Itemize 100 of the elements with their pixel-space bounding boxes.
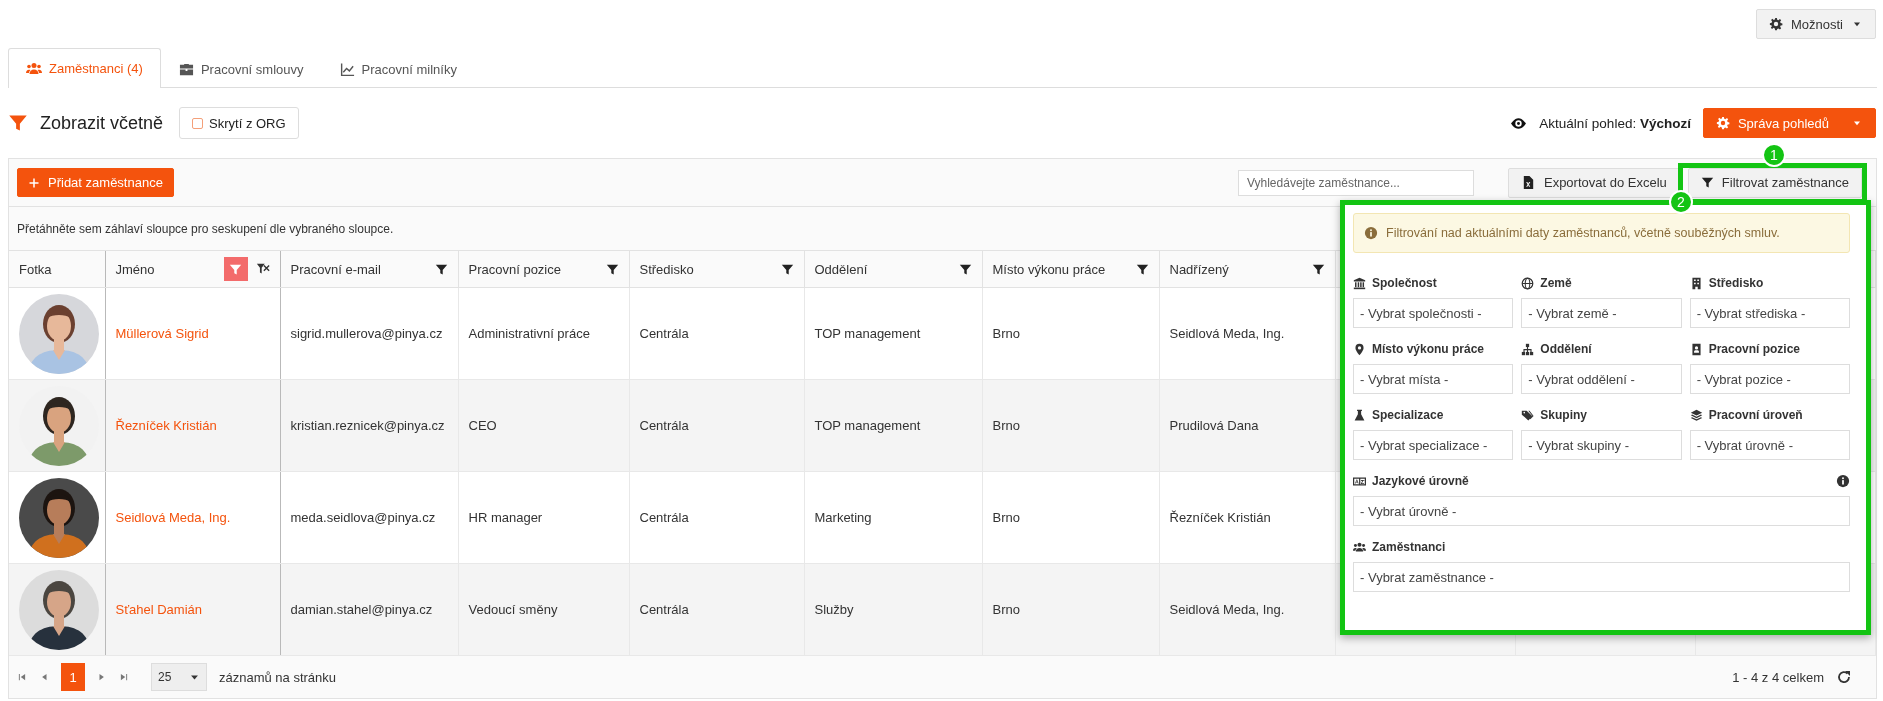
table-cell: Brno: [992, 326, 1020, 341]
map-pin-icon: [1353, 342, 1366, 356]
table-cell: Služby: [814, 602, 854, 617]
table-cell: Vedoucí směny: [468, 602, 558, 617]
filter-icon[interactable]: [1135, 262, 1149, 276]
table-cell: Centrála: [639, 418, 689, 433]
table-cell: Centrála: [639, 510, 689, 525]
info-icon: [1364, 226, 1378, 240]
column-header[interactable]: Pracovní e-mail: [290, 261, 381, 277]
page-size-select[interactable]: 25: [151, 663, 207, 691]
clear-filter-icon: [255, 262, 270, 276]
table-cell: Brno: [992, 510, 1020, 525]
export-excel-button[interactable]: Exportovat do Excelu: [1507, 167, 1680, 198]
column-header[interactable]: Jméno: [115, 261, 155, 277]
notice-text: Filtrování nad aktuálními daty zaměstnanců, včetně souběžných smluv.: [1386, 226, 1780, 240]
column-header[interactable]: Fotka: [19, 261, 52, 277]
globe-icon: [1521, 276, 1535, 290]
select-field[interactable]: - Vybrat místa -: [1353, 364, 1514, 394]
tab[interactable]: Pracovní smlouvy: [160, 49, 322, 88]
first-page-icon: [17, 672, 27, 682]
filter-icon[interactable]: [958, 262, 972, 276]
field-label: Středisko: [1708, 276, 1764, 290]
tab[interactable]: Pracovní milníky: [321, 49, 475, 88]
table-cell: Seidlová Meda, Ing.: [1169, 326, 1285, 341]
select-field[interactable]: - Vybrat střediska -: [1689, 298, 1850, 328]
plus-icon: [28, 176, 40, 189]
filter-employees-button[interactable]: Filtrovat zaměstnance: [1687, 167, 1862, 198]
select-field[interactable]: - Vybrat úrovně -: [1353, 496, 1850, 526]
record-count: 1 - 4 z 4 celkem: [1732, 669, 1824, 685]
table-cell: TOP management: [814, 418, 921, 433]
field-label: Pracovní pozice: [1708, 342, 1801, 356]
table-cell: Administrativní práce: [468, 326, 590, 341]
id-badge-icon: [1689, 342, 1703, 356]
select-field[interactable]: - Vybrat zaměstnance -: [1353, 562, 1850, 592]
field-label: Skupiny: [1540, 408, 1587, 422]
select-field[interactable]: - Vybrat země -: [1521, 298, 1682, 328]
line-chart-icon: [339, 61, 355, 77]
filter-icon[interactable]: [434, 262, 448, 276]
column-header[interactable]: Místo výkonu práce: [992, 261, 1106, 277]
settings-icon: [1768, 17, 1783, 31]
group-hint-text: Přetáhněte sem záhlaví sloupce pro seskupení dle vybraného sloupce.: [17, 221, 394, 236]
hidden-from-org-toggle[interactable]: Skrytí z ORG: [179, 107, 299, 139]
filter-icon[interactable]: [780, 262, 794, 276]
select-field[interactable]: - Vybrat společnosti -: [1353, 298, 1514, 328]
column-header[interactable]: Středisko: [639, 261, 694, 277]
refresh-icon: [1836, 669, 1852, 685]
table-cell: Centrála: [639, 326, 689, 341]
active-filter-button[interactable]: [223, 257, 248, 281]
select-field[interactable]: - Vybrat pozice -: [1689, 364, 1850, 394]
field-label: Společnost: [1372, 276, 1437, 290]
filter-icon: [229, 262, 242, 276]
users-icon: [1353, 540, 1366, 554]
table-cell: TOP management: [814, 326, 921, 341]
table-cell: sigrid.mullerova@pinya.cz: [290, 326, 443, 341]
table-cell: Seidlová Meda, Ing.: [1169, 602, 1285, 617]
users-icon: [26, 60, 42, 77]
table-cell: damian.stahel@pinya.cz: [290, 602, 433, 617]
table-cell: kristian.reznicek@pinya.cz: [290, 418, 445, 433]
field-label: Specializace: [1372, 408, 1444, 422]
tab[interactable]: Zaměstnanci (4): [8, 48, 161, 88]
checkbox[interactable]: [192, 117, 204, 129]
briefcase-icon: [178, 61, 194, 77]
bank-icon: [1353, 276, 1366, 290]
search-field[interactable]: Vyhledávejte zaměstnance...: [1237, 169, 1474, 196]
select-field[interactable]: - Vybrat specializace -: [1353, 430, 1514, 460]
column-header[interactable]: Nadřízený: [1169, 261, 1229, 277]
language-card-icon: [1353, 474, 1366, 488]
table-cell: Brno: [992, 418, 1020, 433]
step-badge: 1: [1762, 143, 1786, 167]
table-cell: Centrála: [639, 602, 689, 617]
field-label: Místo výkonu práce: [1372, 342, 1485, 356]
layers-icon: [1689, 408, 1703, 422]
field-label: Oddělení: [1540, 342, 1592, 356]
select-field[interactable]: - Vybrat skupiny -: [1521, 430, 1682, 460]
options-button[interactable]: Možnosti: [1755, 9, 1876, 39]
tags-icon: [1521, 408, 1535, 422]
column-header[interactable]: Pracovní pozice: [468, 261, 561, 277]
settings-icon: [1715, 116, 1730, 130]
org-chart-icon: [1521, 342, 1535, 356]
select-field[interactable]: - Vybrat oddělení -: [1521, 364, 1682, 394]
filter-icon[interactable]: [605, 262, 619, 276]
section-title: Zobrazit včetně: [40, 112, 164, 134]
table-cell: CEO: [468, 418, 497, 433]
last-page-icon: [119, 672, 129, 682]
employee-name-link[interactable]: Müllerová Sigrid: [115, 326, 209, 341]
filter-icon[interactable]: [1311, 262, 1325, 276]
page-size-label: záznamů na stránku: [219, 669, 337, 685]
table-cell: HR manager: [468, 510, 543, 525]
field-label: Pracovní úroveň: [1708, 408, 1803, 422]
select-field[interactable]: - Vybrat úrovně -: [1689, 430, 1850, 460]
field-label: Jazykové úrovně: [1372, 474, 1469, 488]
table-cell: Marketing: [814, 510, 872, 525]
table-cell: Řezníček Kristián: [1169, 510, 1271, 525]
table-cell: meda.seidlova@pinya.cz: [290, 510, 436, 525]
field-label: Zaměstnanci: [1372, 540, 1446, 554]
table-cell: Brno: [992, 602, 1020, 617]
column-header[interactable]: Oddělení: [814, 261, 868, 277]
employee-name-link[interactable]: Seidlová Meda, Ing.: [115, 510, 231, 525]
table-cell: Prudilová Dana: [1169, 418, 1259, 433]
current-view-label: Aktuální pohled: Výchozí: [1539, 115, 1691, 131]
